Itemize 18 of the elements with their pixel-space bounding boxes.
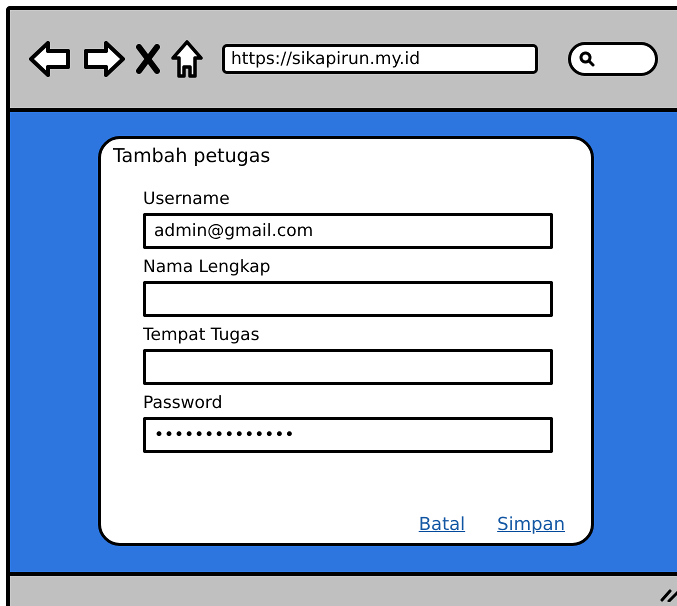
field-label: Tempat Tugas — [143, 325, 260, 345]
search-field[interactable] — [568, 42, 658, 76]
back-icon[interactable] — [28, 39, 72, 79]
input-field[interactable]: admin@gmail.com — [143, 213, 553, 249]
input-field[interactable] — [143, 281, 553, 317]
field-label: Nama Lengkap — [143, 257, 272, 277]
address-field[interactable]: https://sikapirun.my.id — [222, 44, 538, 74]
home-icon[interactable] — [170, 39, 204, 79]
input-field[interactable] — [143, 349, 553, 385]
search-icon — [579, 51, 595, 67]
close-icon[interactable] — [136, 44, 160, 74]
link[interactable]: Batal — [418, 514, 466, 535]
field-label: Password — [143, 393, 224, 413]
forward-icon[interactable] — [82, 39, 126, 79]
field-label: Username — [143, 189, 231, 209]
dialog-title: Tambah petugas — [113, 145, 272, 167]
input-field[interactable]: •••••••••••••• — [143, 417, 553, 453]
link[interactable]: Simpan — [497, 514, 565, 535]
